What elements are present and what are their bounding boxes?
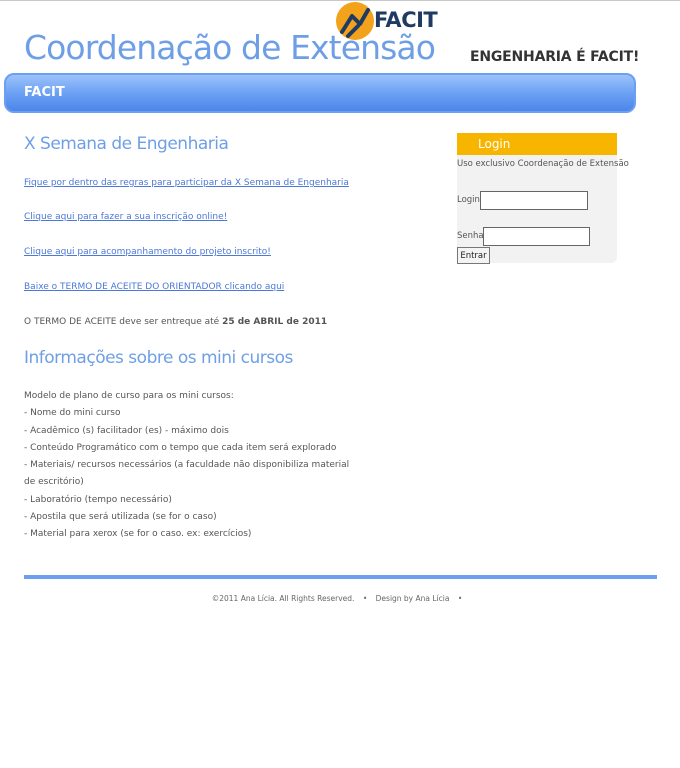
main-navigation-bar: FACIT [4,73,636,113]
login-input[interactable] [480,191,588,210]
list-item: - Laboratório (tempo necessário) [24,494,172,505]
link-regras[interactable]: Fique por dentro das regras para partici… [24,178,349,188]
slogan: ENGENHARIA É FACIT! [470,49,640,65]
list-item: - Nome do mini curso [24,408,121,419]
link-inscricao-online[interactable]: Clique aqui para fazer a sua inscrição o… [24,212,227,222]
site-title: Coordenação de Extensão [24,28,436,67]
login-label: Login [457,195,480,205]
password-label: Senha [457,231,484,241]
list-item: Modelo de plano de curso para os mini cu… [24,391,234,401]
list-item: - Material para xerox (se for o caso. ex… [24,529,252,540]
footer-copyright: ©2011 Ana Lícia. All Rights Reserved. [211,594,355,603]
list-item: - Materiais/ recursos necessários (a fac… [24,460,350,471]
list-item: - Conteúdo Programático com o tempo que … [24,442,337,453]
footer: ©2011 Ana Lícia. All Rights Reserved. • … [0,594,680,603]
list-item: - Acadêmico (s) facilitador (es) - máxim… [24,425,229,436]
login-description: Uso exclusivo Coordenação de Extensão [457,159,629,169]
footer-divider [24,575,657,579]
deadline-date: 25 de ABRIL de 2011 [222,317,328,327]
footer-design-credit: Design by Ana Lícia [375,594,450,603]
login-submit-button[interactable]: Entrar [457,247,490,264]
footer-separator: • [362,594,368,603]
nav-item-facit[interactable]: FACIT [24,85,65,100]
footer-separator: • [457,594,463,603]
list-item: de escritório) [24,477,84,488]
list-item: - Apostila que será utilizada (se for o … [24,512,217,523]
deadline-note-text: O TERMO DE ACEITE deve ser entreque até [24,317,223,327]
deadline-note: O TERMO DE ACEITE deve ser entreque até … [24,317,327,327]
section-title-semana-engenharia: X Semana de Engenharia [24,134,229,154]
login-title: Login [457,133,617,155]
link-termo-aceite[interactable]: Baixe o TERMO DE ACEITE DO ORIENTADOR cl… [24,282,284,292]
section-title-mini-cursos: Informações sobre os mini cursos [24,348,293,368]
link-acompanhamento-projeto[interactable]: Clique aqui para acompanhamento do proje… [24,247,271,257]
mini-course-requirements: Modelo de plano de curso para os mini cu… [24,388,349,544]
login-box: Login Uso exclusivo Coordenação de Exten… [457,133,629,264]
top-border [0,0,680,1]
password-input[interactable] [483,227,590,246]
